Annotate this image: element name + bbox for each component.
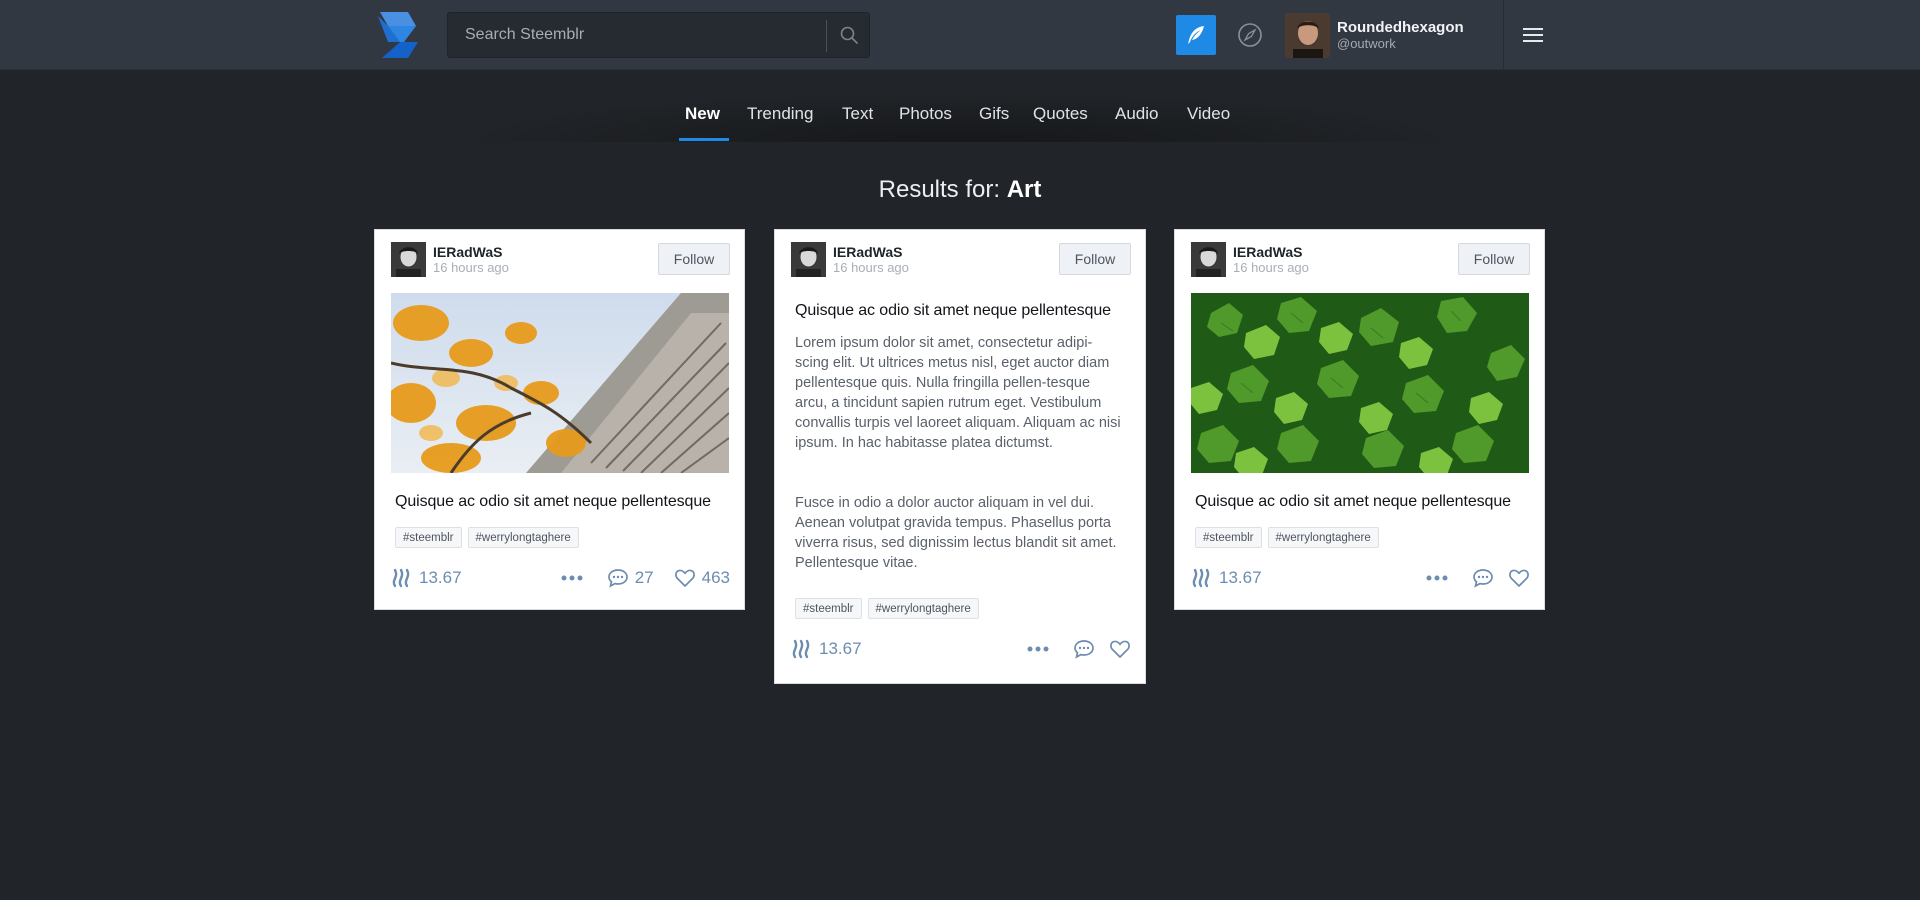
post-title[interactable]: Quisque ac odio sit amet neque pellentes…	[395, 493, 711, 511]
payout[interactable]: 13.67	[1191, 568, 1262, 588]
follow-button[interactable]: Follow	[658, 243, 730, 275]
post-actions: 27 463	[561, 568, 730, 588]
more-button[interactable]	[561, 575, 583, 581]
steem-icon	[792, 639, 810, 659]
heart-icon	[1509, 569, 1529, 587]
user-name[interactable]: Roundedhexagon	[1337, 19, 1464, 36]
post-card: IERadWaS 16 hours ago Follow Quisque ac …	[374, 229, 745, 610]
tab-video[interactable]: Video	[1187, 104, 1230, 140]
post-image[interactable]	[1191, 293, 1529, 473]
comment-icon	[607, 569, 628, 588]
steem-icon	[392, 568, 410, 588]
search-input[interactable]	[448, 13, 826, 57]
more-button[interactable]	[1426, 575, 1448, 581]
comment-button[interactable]	[1073, 639, 1095, 659]
search-divider	[826, 20, 827, 52]
user-handle: @outwork	[1337, 36, 1396, 51]
results-prefix: Results for:	[878, 176, 1001, 203]
post-body-paragraph: Lorem ipsum dolor sit amet, consectetur …	[795, 335, 1121, 451]
active-tab-indicator	[679, 138, 729, 141]
author-name[interactable]: IERadWaS	[433, 244, 503, 260]
search-box	[447, 12, 870, 58]
tab-quotes[interactable]: Quotes	[1033, 104, 1088, 140]
top-bar: Roundedhexagon @outwork	[0, 0, 1920, 70]
tab-new[interactable]: New	[685, 104, 720, 140]
more-dots-icon	[561, 575, 583, 581]
comment-icon	[1473, 569, 1493, 588]
tab-gifs[interactable]: Gifs	[979, 104, 1009, 140]
tag-list: #steemblr #werrylongtaghere	[795, 598, 979, 619]
user-avatar[interactable]	[1285, 13, 1330, 58]
like-count: 463	[701, 568, 730, 587]
topbar-divider	[1503, 0, 1504, 70]
like-button[interactable]: 463	[674, 568, 730, 588]
follow-button[interactable]: Follow	[1059, 243, 1131, 275]
write-post-button[interactable]	[1176, 15, 1216, 55]
tab-photos[interactable]: Photos	[899, 104, 952, 140]
tag-list: #steemblr #werrylongtaghere	[395, 527, 579, 548]
search-icon	[840, 26, 858, 44]
tag[interactable]: #steemblr	[795, 598, 862, 619]
payout-amount: 13.67	[819, 639, 862, 658]
post-time: 16 hours ago	[833, 260, 909, 275]
follow-button[interactable]: Follow	[1458, 243, 1530, 275]
post-body-paragraph: Fusce in odio a dolor auctor aliquam in …	[795, 495, 1117, 571]
hamburger-icon	[1523, 28, 1543, 42]
author-avatar[interactable]	[391, 242, 426, 277]
tag[interactable]: #steemblr	[395, 527, 462, 548]
payout-amount: 13.67	[419, 568, 462, 587]
tab-trending[interactable]: Trending	[747, 104, 813, 140]
payout[interactable]: 13.67	[391, 568, 462, 588]
compass-icon	[1238, 23, 1262, 47]
more-dots-icon	[1027, 646, 1049, 652]
tab-audio[interactable]: Audio	[1115, 104, 1158, 140]
post-actions	[1426, 568, 1530, 588]
payout-amount: 13.67	[1219, 568, 1262, 587]
results-query: Art	[1006, 176, 1042, 203]
steemblr-logo[interactable]	[374, 10, 422, 60]
post-actions	[1027, 639, 1131, 659]
feather-icon	[1188, 26, 1204, 44]
post-title[interactable]: Quisque ac odio sit amet neque pellentes…	[795, 302, 1111, 320]
author-avatar[interactable]	[791, 242, 826, 277]
post-title[interactable]: Quisque ac odio sit amet neque pellentes…	[1195, 493, 1511, 511]
tag-list: #steemblr #werrylongtaghere	[1195, 527, 1379, 548]
post-card: IERadWaS 16 hours ago Follow Quisque ac …	[1174, 229, 1545, 610]
comment-count: 27	[634, 568, 654, 587]
search-button[interactable]	[828, 13, 870, 57]
payout[interactable]: 13.67	[791, 639, 862, 659]
like-button[interactable]	[1109, 639, 1131, 659]
like-button[interactable]	[1508, 568, 1530, 588]
comment-icon	[1074, 640, 1094, 659]
comment-button[interactable]	[1472, 568, 1494, 588]
tab-text[interactable]: Text	[842, 104, 873, 140]
post-footer: 13.67 27 463	[391, 568, 730, 592]
menu-button[interactable]	[1520, 24, 1546, 46]
results-heading: Results for: Art	[0, 176, 1920, 204]
post-footer: 13.67	[1191, 568, 1530, 592]
more-dots-icon	[1426, 575, 1448, 581]
tag[interactable]: #werrylongtaghere	[467, 527, 579, 548]
author-avatar[interactable]	[1191, 242, 1226, 277]
comment-button[interactable]: 27	[607, 568, 654, 588]
post-time: 16 hours ago	[1233, 260, 1309, 275]
tag[interactable]: #werrylongtaghere	[867, 598, 979, 619]
post-image[interactable]	[391, 293, 729, 473]
explore-button[interactable]	[1237, 22, 1263, 48]
category-tabs-shadow	[454, 92, 1466, 142]
steem-icon	[1192, 568, 1210, 588]
heart-icon	[674, 569, 695, 587]
post-footer: 13.67	[791, 639, 1131, 663]
post-time: 16 hours ago	[433, 260, 509, 275]
tag[interactable]: #werrylongtaghere	[1267, 527, 1379, 548]
post-card: IERadWaS 16 hours ago Follow Quisque ac …	[774, 229, 1146, 684]
author-name[interactable]: IERadWaS	[833, 244, 903, 260]
heart-icon	[1110, 640, 1130, 658]
more-button[interactable]	[1027, 646, 1049, 652]
tag[interactable]: #steemblr	[1195, 527, 1262, 548]
author-name[interactable]: IERadWaS	[1233, 244, 1303, 260]
